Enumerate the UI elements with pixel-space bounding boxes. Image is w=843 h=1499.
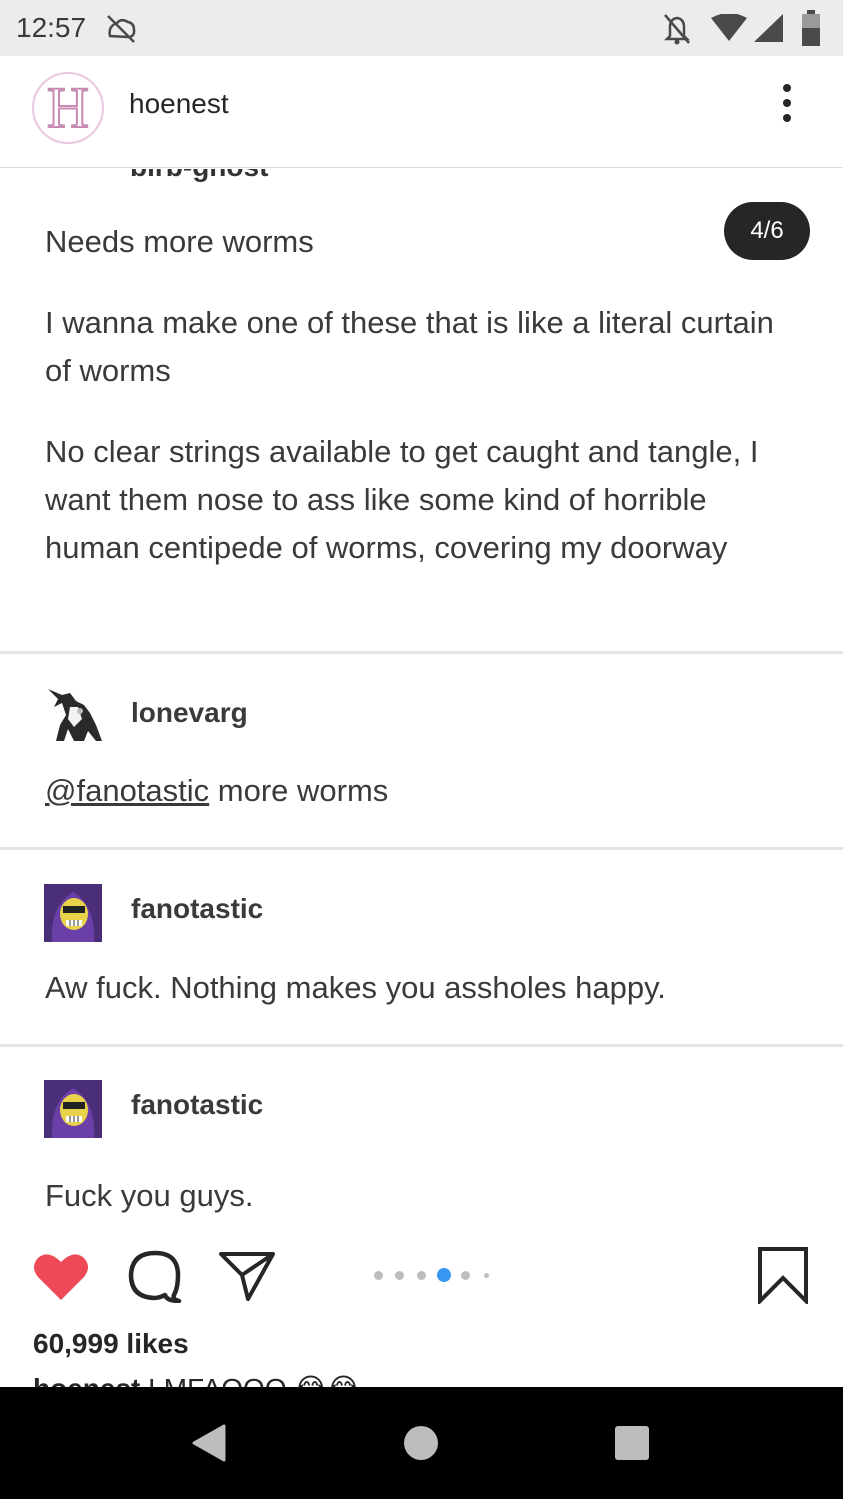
reblog-text: Aw fuck. Nothing makes you assholes happ… — [45, 970, 666, 1005]
carousel-dot — [374, 1271, 383, 1280]
reblog-avatar-fanotastic — [44, 884, 102, 942]
mention-link: @fanotastic — [45, 773, 210, 808]
reblog-avatar-fanotastic — [44, 1080, 102, 1138]
reblog-username: fanotastic — [131, 893, 264, 924]
signal-icon — [754, 14, 783, 42]
reblog-text: Fuck you guys. — [45, 1178, 254, 1213]
notifications-off-icon — [663, 14, 691, 45]
bookmark-icon[interactable] — [757, 1246, 809, 1304]
comment-icon[interactable] — [127, 1249, 183, 1303]
post-paragraph: Needs more worms — [45, 224, 314, 259]
avatar[interactable]: H — [32, 72, 104, 144]
carousel-indicator — [374, 1268, 494, 1282]
post-header: H hoenest — [0, 56, 843, 168]
avatar-letter: H — [46, 75, 90, 140]
carousel-dot — [484, 1273, 489, 1278]
divider — [0, 1044, 843, 1047]
divider — [0, 847, 843, 850]
wifi-icon — [711, 14, 747, 41]
home-circle-icon[interactable] — [403, 1425, 439, 1461]
carousel-dot-active — [437, 1268, 451, 1282]
carousel-dot — [395, 1271, 404, 1280]
heart-icon[interactable] — [32, 1250, 90, 1302]
cut-off-username: birb-ghost — [130, 169, 268, 183]
likes-count[interactable]: 60,999 likes — [33, 1328, 189, 1360]
post-paragraph: No clear strings available to get caught… — [45, 434, 759, 565]
send-icon[interactable] — [218, 1250, 276, 1302]
status-time: 12:57 — [16, 12, 87, 43]
status-bar: 12:57 — [0, 0, 843, 56]
system-nav-bar — [0, 1387, 843, 1499]
caption-text: LMFAOOO 😂😂 — [140, 1373, 360, 1387]
more-vertical-icon[interactable] — [772, 84, 802, 128]
reblog-username: fanotastic — [131, 1089, 264, 1120]
sync-disabled-icon — [107, 15, 136, 43]
caption-username[interactable]: hoenest — [33, 1373, 140, 1387]
post-image[interactable]: birb-ghost 4/6 Needs more worms I wanna … — [0, 169, 843, 1232]
post-paragraph: I wanna make one of these that is like a… — [45, 305, 774, 388]
battery-icon — [802, 10, 820, 46]
reblog-avatar-lonevarg — [44, 685, 102, 743]
caption: hoenest LMFAOOO 😂😂 — [33, 1372, 360, 1387]
divider — [0, 651, 843, 654]
carousel-dot — [417, 1271, 426, 1280]
reblog-username: lonevarg — [131, 697, 248, 728]
post-username[interactable]: hoenest — [129, 88, 229, 120]
recents-square-icon[interactable] — [614, 1425, 650, 1461]
back-triangle-icon[interactable] — [190, 1423, 228, 1463]
carousel-dot — [461, 1271, 470, 1280]
reblog-text: @fanotastic more worms — [45, 767, 805, 815]
post-actions: 60,999 likes hoenest LMFAOOO 😂😂 — [0, 1232, 843, 1387]
reblog-text-body: more worms — [209, 773, 389, 808]
